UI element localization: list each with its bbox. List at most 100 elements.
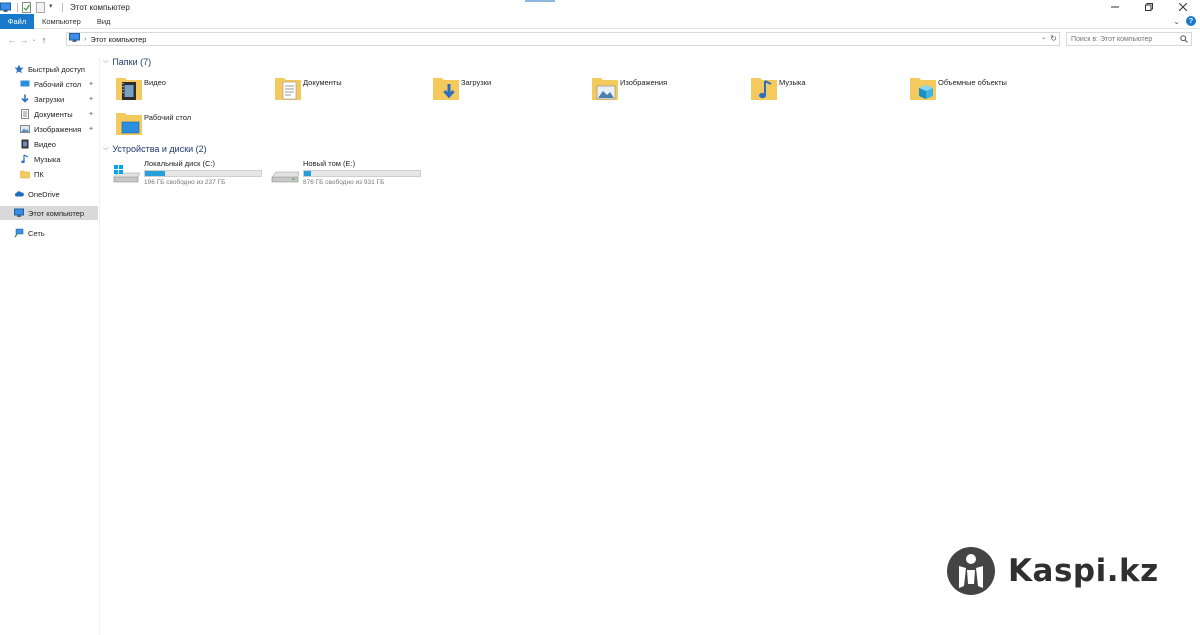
- sidebar-item-label: Документы: [34, 109, 73, 119]
- search-input[interactable]: [1071, 35, 1179, 43]
- kaspi-logo-icon: [946, 546, 996, 596]
- sidebar-item-desktop[interactable]: Рабочий стол ✦: [20, 77, 100, 91]
- music-folder-icon: [750, 74, 778, 102]
- expand-ribbon-icon[interactable]: ⌄: [1173, 17, 1180, 26]
- network-icon: [14, 228, 24, 238]
- image-icon: [20, 124, 30, 134]
- folder-label: Музыка: [779, 78, 806, 87]
- folder-tile-videos[interactable]: Видео: [115, 74, 265, 108]
- sidebar-item-label: Изображения: [34, 124, 82, 134]
- sidebar-item-label: Музыка: [34, 154, 61, 164]
- folder-tile-desktop[interactable]: Рабочий стол: [115, 109, 265, 143]
- folder-tile-music[interactable]: Музыка: [750, 74, 900, 108]
- music-icon: [20, 154, 30, 164]
- sidebar-item-documents[interactable]: Документы ✦: [20, 107, 100, 121]
- drive-usage-fill: [145, 171, 166, 176]
- address-bar[interactable]: › Этот компьютер ⌄ ↻: [66, 32, 1060, 46]
- pin-icon[interactable]: ✦: [88, 95, 94, 103]
- sidebar-item-downloads[interactable]: Загрузки ✦: [20, 92, 100, 106]
- breadcrumb-this-pc[interactable]: Этот компьютер: [90, 35, 146, 44]
- properties-icon[interactable]: [21, 1, 32, 13]
- window-controls: [1098, 0, 1200, 14]
- customize-toolbar-icon[interactable]: ▾: [49, 2, 56, 13]
- search-icon: [1180, 35, 1188, 45]
- sidebar-item-label: Видео: [34, 139, 56, 149]
- search-box[interactable]: [1066, 32, 1192, 46]
- documents-folder-icon: [274, 74, 302, 102]
- folder-label: Объемные объекты: [938, 78, 1007, 87]
- pin-icon[interactable]: ✦: [88, 110, 94, 118]
- folder-tile-documents[interactable]: Документы: [274, 74, 424, 108]
- sidebar-item-label: Загрузки: [34, 94, 65, 104]
- drives-section-header[interactable]: ⌵ Устройства и диски (2): [103, 144, 207, 154]
- folders-section-header[interactable]: ⌵ Папки (7): [103, 57, 151, 67]
- download-icon: [20, 94, 30, 104]
- restore-button[interactable]: [1132, 0, 1166, 14]
- minimize-button[interactable]: [1098, 0, 1132, 14]
- minimize-icon: [1111, 6, 1119, 8]
- drive-label: Новый том (E:): [303, 159, 356, 168]
- folder-tile-downloads[interactable]: Загрузки: [432, 74, 582, 108]
- sidebar-item-videos[interactable]: Видео: [20, 137, 100, 151]
- close-button[interactable]: [1166, 0, 1200, 14]
- kaspi-watermark-text: Kaspi.kz: [1008, 553, 1159, 589]
- address-tools: ⌄ ↻: [1041, 34, 1057, 43]
- ribbon-tabs: Файл Компьютер Вид ⌄ ?: [0, 13, 1200, 29]
- sidebar-item-pictures[interactable]: Изображения ✦: [20, 122, 100, 136]
- breadcrumb-chevron-icon[interactable]: ›: [84, 36, 86, 43]
- back-arrow-icon[interactable]: ←: [6, 33, 18, 47]
- sidebar-item-network[interactable]: Сеть: [14, 226, 100, 240]
- downloads-folder-icon: [432, 74, 460, 102]
- drive-usage-bar: [303, 170, 421, 177]
- sidebar-item-this-pc[interactable]: Этот компьютер: [0, 206, 98, 220]
- drive-usage-fill: [304, 171, 311, 176]
- sidebar-item-label: Этот компьютер: [28, 208, 85, 218]
- tab-computer[interactable]: Компьютер: [34, 14, 89, 29]
- folder-tile-pictures[interactable]: Изображения: [591, 74, 741, 108]
- drive-usage-bar: [144, 170, 262, 177]
- computer-icon: [69, 33, 80, 45]
- drives-header-label: Устройства и диски (2): [112, 144, 207, 154]
- folder-label: Видео: [144, 78, 166, 87]
- recent-locations-icon[interactable]: ⌄: [30, 33, 38, 47]
- collapse-chevron-icon[interactable]: ⌵: [103, 145, 108, 153]
- pin-icon[interactable]: ✦: [88, 125, 94, 133]
- folders-header-label: Папки (7): [112, 57, 152, 67]
- tab-file[interactable]: Файл: [0, 13, 34, 29]
- quick-access-toolbar: ▾ Этот компьютер: [0, 0, 130, 14]
- window-title: Этот компьютер: [70, 2, 130, 12]
- refresh-icon[interactable]: ↻: [1050, 34, 1057, 43]
- collapse-chevron-icon[interactable]: ⌵: [103, 58, 108, 66]
- desktop-icon: [20, 79, 30, 89]
- computer-icon: [0, 2, 11, 13]
- sidebar-item-label: ПК: [34, 169, 44, 179]
- dropdown-chevron-icon[interactable]: ⌄: [1041, 34, 1046, 43]
- help-icon[interactable]: ?: [1186, 16, 1196, 26]
- sidebar-item-onedrive[interactable]: OneDrive: [14, 187, 100, 201]
- new-folder-icon[interactable]: [35, 1, 46, 13]
- navigation-pane: Быстрый доступ Рабочий стол ✦ Загрузки ✦…: [0, 58, 100, 635]
- navigation-bar: ← → ⌄ ↑ › Этот компьютер ⌄ ↻: [0, 31, 1200, 48]
- star-icon: [14, 64, 24, 74]
- sidebar-item-label: Сеть: [28, 228, 45, 238]
- video-folder-icon: [115, 74, 143, 102]
- kaspi-watermark: Kaspi.kz: [946, 546, 1159, 596]
- up-arrow-icon[interactable]: ↑: [38, 33, 50, 47]
- drive-label: Локальный диск (C:): [144, 159, 215, 168]
- folder-icon: [20, 169, 30, 179]
- sidebar-item-quick-access[interactable]: Быстрый доступ: [14, 62, 112, 76]
- title-accent-line: [525, 0, 555, 2]
- restore-icon: [1145, 3, 1153, 11]
- tab-view[interactable]: Вид: [89, 14, 119, 29]
- drive-tile-c[interactable]: Локальный диск (C:) 196 ГБ свободно из 2…: [112, 159, 272, 189]
- cloud-icon: [14, 189, 24, 199]
- folder-label: Загрузки: [461, 78, 492, 87]
- pin-icon[interactable]: ✦: [88, 80, 94, 88]
- forward-arrow-icon[interactable]: →: [18, 33, 30, 47]
- drive-tile-e[interactable]: Новый том (E:) 876 ГБ свободно из 931 ГБ: [271, 159, 431, 189]
- drive-free-space: 196 ГБ свободно из 237 ГБ: [144, 179, 226, 186]
- system-drive-icon: [112, 165, 141, 185]
- sidebar-item-pc-folder[interactable]: ПК: [20, 167, 100, 181]
- folder-tile-3d-objects[interactable]: Объемные объекты: [909, 74, 1059, 108]
- sidebar-item-music[interactable]: Музыка: [20, 152, 100, 166]
